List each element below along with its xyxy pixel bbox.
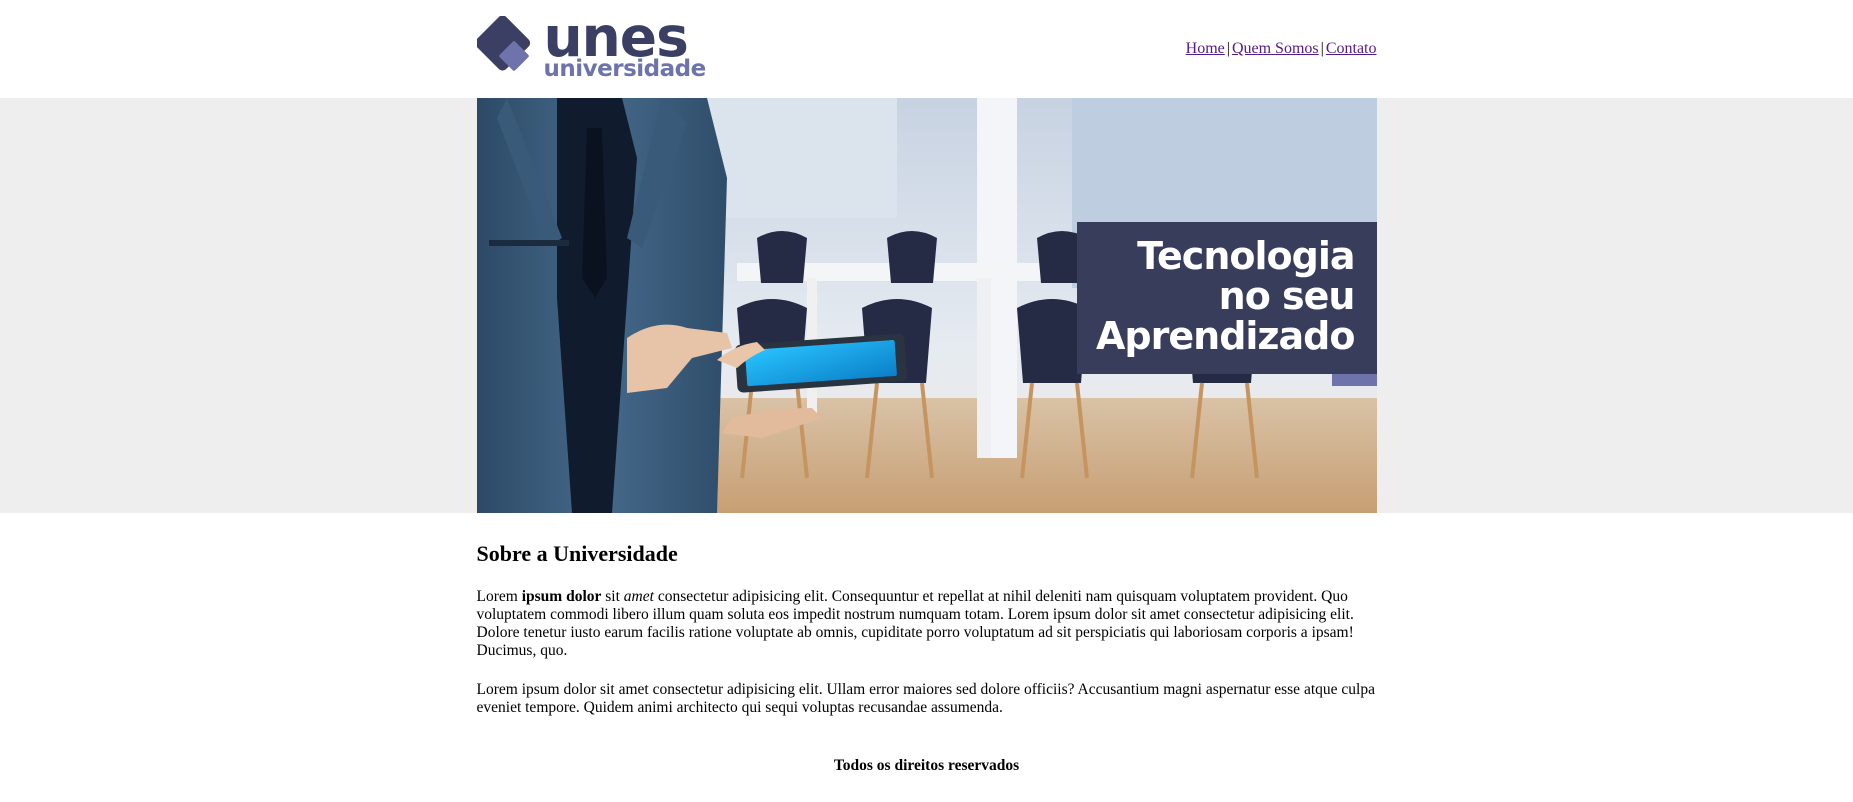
p1-bold-text: ipsum dolor	[521, 588, 602, 605]
site-header: unes universidade Home | Quem Somos | Contat…	[474, 0, 1377, 98]
nav-link-contato[interactable]: Contato	[1326, 40, 1377, 57]
banner-line-1: Tecnologia	[1137, 234, 1355, 278]
nav-separator: |	[1320, 40, 1324, 57]
p1-text-a: Lorem	[476, 588, 522, 605]
logo-subtitle: universidade	[543, 56, 707, 82]
hero-banner: Tecnologia no seu Aprendizado	[476, 98, 1377, 513]
logo-word: unes	[543, 5, 689, 69]
main-content: Sobre a Universidade Lorem ipsum dolor s…	[477, 541, 1377, 775]
nav-link-home[interactable]: Home	[1186, 40, 1225, 57]
main-nav: Home | Quem Somos | Contato	[1186, 40, 1377, 58]
p1-text-b: sit	[601, 588, 624, 605]
logo[interactable]: unes universidade	[474, 10, 707, 82]
about-paragraph-1: Lorem ipsum dolor sit amet consectetur a…	[477, 588, 1377, 660]
banner-accent-bar	[1331, 374, 1377, 386]
nav-separator: |	[1226, 40, 1230, 57]
p1-italic-text: amet	[623, 588, 654, 605]
diamond-logo-icon	[474, 15, 543, 82]
nav-link-quem-somos[interactable]: Quem Somos	[1232, 40, 1319, 57]
section-title: Sobre a Universidade	[476, 541, 678, 566]
banner-line-2: no seu	[1218, 274, 1356, 318]
about-paragraph-2: Lorem ipsum dolor sit amet consectetur a…	[476, 681, 1375, 716]
banner-band: Tecnologia no seu Aprendizado	[0, 98, 1853, 513]
banner-line-3: Aprendizado	[1096, 314, 1355, 358]
banner-headline-box: Tecnologia no seu Aprendizado	[1076, 222, 1377, 374]
footer-text: Todos os direitos reservados	[833, 757, 1020, 774]
